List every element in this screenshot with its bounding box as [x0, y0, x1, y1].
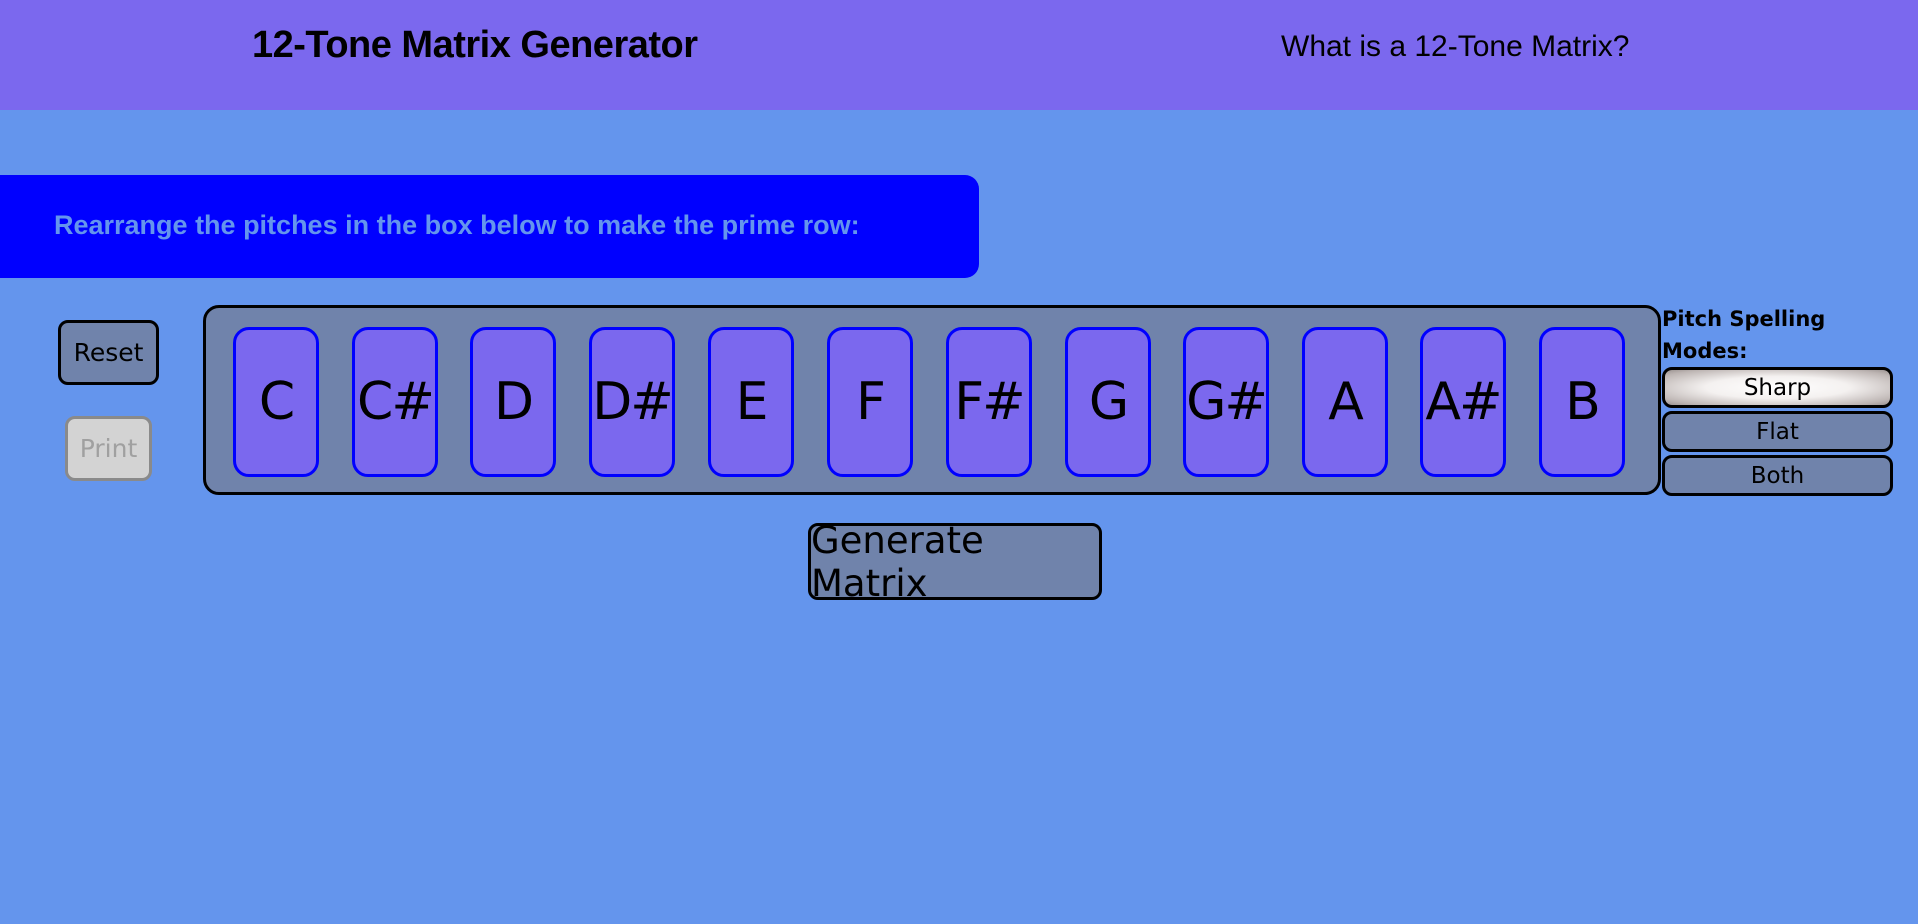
pitch-card[interactable]: D	[470, 327, 556, 477]
instruction-banner: Rearrange the pitches in the box below t…	[0, 175, 979, 278]
pitch-card[interactable]: G	[1065, 327, 1151, 477]
app-title: 12-Tone Matrix Generator	[252, 24, 698, 66]
instruction-text: Rearrange the pitches in the box below t…	[54, 210, 860, 240]
generate-matrix-button[interactable]: Generate Matrix	[808, 519, 1102, 605]
pitch-card[interactable]: F#	[946, 327, 1032, 477]
spelling-modes-label: Pitch Spelling Modes:	[1662, 307, 1826, 363]
mode-flat-button[interactable]: Flat	[1662, 411, 1893, 452]
mode-sharp-button[interactable]: Sharp	[1662, 367, 1893, 408]
mode-both-button[interactable]: Both	[1662, 455, 1893, 496]
reset-button[interactable]: Reset	[58, 320, 159, 385]
pitch-card[interactable]: B	[1539, 327, 1625, 477]
pitch-row-box: C C# D D# E F F# G G# A A# B	[203, 305, 1661, 495]
pitch-card[interactable]: A	[1302, 327, 1388, 477]
app-header: 12-Tone Matrix Generator What is a 12-To…	[0, 0, 1918, 110]
what-is-matrix-link[interactable]: What is a 12-Tone Matrix?	[1281, 30, 1629, 64]
pitch-card[interactable]: C#	[352, 327, 438, 477]
pitch-card[interactable]: G#	[1183, 327, 1269, 477]
pitch-card[interactable]: C	[233, 327, 319, 477]
pitch-card[interactable]: D#	[589, 327, 675, 477]
pitch-card[interactable]: F	[827, 327, 913, 477]
pitch-card[interactable]: A#	[1420, 327, 1506, 477]
print-button[interactable]: Print	[65, 416, 152, 481]
pitch-card[interactable]: E	[708, 327, 794, 477]
